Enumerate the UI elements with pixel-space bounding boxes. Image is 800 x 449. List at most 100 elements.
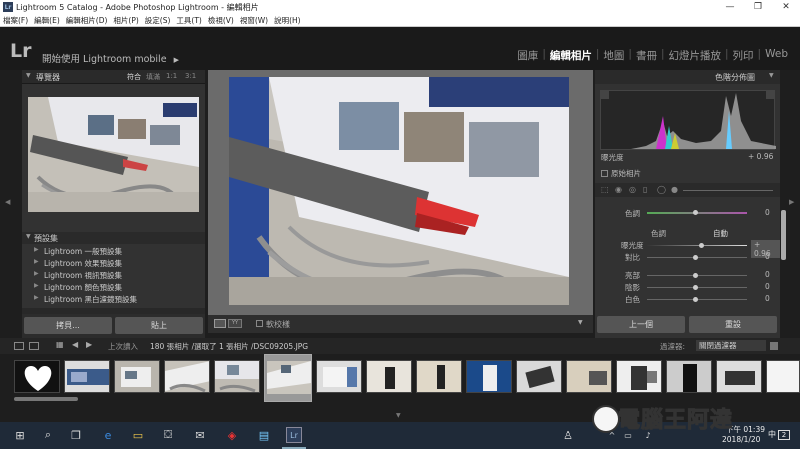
tint-slider[interactable] <box>647 210 747 215</box>
reset-button[interactable]: 重設 <box>689 316 777 333</box>
filmstrip-thumb[interactable] <box>214 360 260 393</box>
softproof-checkbox[interactable] <box>256 320 263 327</box>
red-eye-icon[interactable]: ◎ <box>629 185 636 194</box>
exposure-slider[interactable] <box>647 243 747 248</box>
slider-knob[interactable] <box>693 297 698 302</box>
slider-knob[interactable] <box>693 210 698 215</box>
filmstrip-scrollbar[interactable] <box>14 397 78 401</box>
radial-filter-icon[interactable]: ◯ <box>657 185 666 194</box>
ime-indicator[interactable]: 中 <box>768 429 776 440</box>
loupe-view-icon[interactable] <box>214 319 226 328</box>
preset-item[interactable]: ▶ Lightroom 視訊預設集 <box>22 269 205 280</box>
filmstrip-thumb[interactable] <box>164 360 210 393</box>
contrast-slider[interactable] <box>647 255 747 260</box>
before-after-icon[interactable]: YY <box>228 319 242 328</box>
photo-count[interactable]: 180 張相片 /選取了 1 張相片 /DSC09205.JPG <box>150 341 308 352</box>
zoom-fit[interactable]: 符合 <box>127 72 141 82</box>
module-develop[interactable]: 編輯相片 <box>546 48 596 63</box>
menu-view[interactable]: 檢視(V) <box>208 15 234 26</box>
previous-button[interactable]: 上一個 <box>597 316 685 333</box>
main-photo[interactable] <box>229 77 569 305</box>
filmstrip-thumb[interactable] <box>516 360 562 393</box>
original-photo-checkbox[interactable] <box>601 170 608 177</box>
slider-knob[interactable] <box>693 285 698 290</box>
slider-knob[interactable] <box>693 273 698 278</box>
auto-tone-button[interactable]: 自動 <box>713 228 728 239</box>
navigator-header[interactable]: ▼ 導覽器 符合 填滿 1:1 3:1 <box>22 70 205 84</box>
menu-photo[interactable]: 相片(P) <box>113 15 138 26</box>
people-icon[interactable]: ♙ <box>560 427 576 443</box>
app-red-icon[interactable]: ◈ <box>224 427 240 443</box>
filmstrip-thumb[interactable] <box>114 360 160 393</box>
menu-develop[interactable]: 編輯相片(D) <box>66 15 108 26</box>
menu-tools[interactable]: 工具(T) <box>176 15 201 26</box>
filmstrip-thumb[interactable] <box>416 360 462 393</box>
tool-strip-slider[interactable] <box>683 190 773 191</box>
zoom-1-1[interactable]: 1:1 <box>166 72 177 80</box>
store-icon[interactable]: ⛋ <box>160 427 176 443</box>
left-panel-toggle-icon[interactable]: ◀ <box>5 198 10 206</box>
mail-icon[interactable]: ✉ <box>192 427 208 443</box>
right-panel-scrollbar[interactable] <box>781 210 786 260</box>
slider-knob[interactable] <box>693 255 698 260</box>
file-explorer-icon[interactable]: ▭ <box>130 427 146 443</box>
histogram[interactable] <box>600 90 776 150</box>
window-2-icon[interactable] <box>29 342 39 350</box>
filter-dropdown[interactable]: 關閉過濾器 <box>696 340 766 351</box>
slider-knob[interactable] <box>699 243 704 248</box>
paste-button[interactable]: 貼上 <box>115 317 203 334</box>
grid-icon[interactable]: ▦ <box>56 340 64 349</box>
menu-help[interactable]: 說明(H) <box>274 15 301 26</box>
lightroom-mobile-link[interactable]: 開始使用 Lightroom mobile ▶ <box>42 51 179 65</box>
back-arrow-icon[interactable]: ◀ <box>72 340 78 349</box>
edge-browser-icon[interactable]: e <box>100 427 116 443</box>
menu-edit[interactable]: 編輯(E) <box>34 15 60 26</box>
task-view-icon[interactable]: ❐ <box>68 427 84 443</box>
filmstrip-thumb[interactable] <box>566 360 612 393</box>
bottom-panel-toggle-icon[interactable]: ▼ <box>396 412 401 419</box>
module-web[interactable]: Web <box>761 48 792 63</box>
maximize-button[interactable]: ❐ <box>744 0 772 14</box>
zoom-fill[interactable]: 填滿 <box>146 72 160 82</box>
crop-icon[interactable]: ⬚ <box>601 185 609 194</box>
window-1-icon[interactable] <box>14 342 24 350</box>
filmstrip-thumb[interactable] <box>666 360 712 393</box>
search-icon[interactable]: ⌕ <box>40 427 56 443</box>
shadows-slider[interactable] <box>647 285 747 290</box>
whites-slider[interactable] <box>647 297 747 302</box>
filmstrip-thumb[interactable] <box>466 360 512 393</box>
filmstrip-thumb[interactable] <box>616 360 662 393</box>
module-map[interactable]: 地圖 <box>599 48 628 63</box>
preset-item[interactable]: ▶ Lightroom 一般預設集 <box>22 245 205 256</box>
filmstrip-thumb[interactable] <box>14 360 60 393</box>
module-print[interactable]: 列印 <box>729 48 758 63</box>
spot-removal-icon[interactable]: ◉ <box>615 185 622 194</box>
preset-item[interactable]: ▶ Lightroom 顏色預設集 <box>22 281 205 292</box>
module-slideshow[interactable]: 幻燈片播放 <box>665 48 726 63</box>
histogram-header[interactable]: 色階分佈圖 ▼ <box>595 70 780 84</box>
presets-header[interactable]: ▼ 預設集 <box>22 232 205 244</box>
preset-item[interactable]: ▶ Lightroom 黑白濾鏡預設集 <box>22 293 205 304</box>
module-book[interactable]: 書冊 <box>632 48 661 63</box>
photo-canvas[interactable] <box>208 70 593 315</box>
module-library[interactable]: 圖庫 <box>513 48 542 63</box>
graduated-filter-icon[interactable]: ▯ <box>643 185 647 194</box>
minimize-button[interactable]: — <box>716 0 744 14</box>
close-button[interactable]: ✕ <box>772 0 800 14</box>
filmstrip-thumb[interactable] <box>366 360 412 393</box>
preset-item[interactable]: ▶ Lightroom 效果預設集 <box>22 257 205 268</box>
highlights-slider[interactable] <box>647 273 747 278</box>
filmstrip-thumb-selected[interactable] <box>264 354 312 402</box>
windows-start-icon[interactable]: ⊞ <box>12 427 28 443</box>
filmstrip-thumb[interactable] <box>316 360 362 393</box>
menu-settings[interactable]: 設定(S) <box>145 15 171 26</box>
zoom-3-1[interactable]: 3:1 <box>185 72 196 80</box>
menu-file[interactable]: 檔案(F) <box>3 15 28 26</box>
right-panel-toggle-icon[interactable]: ▶ <box>789 198 794 206</box>
toolbar-menu-icon[interactable]: ▼ <box>578 319 583 326</box>
copy-button[interactable]: 拷貝... <box>24 317 112 334</box>
forward-arrow-icon[interactable]: ▶ <box>86 340 92 349</box>
lightroom-taskbar-icon[interactable]: Lr <box>286 427 302 443</box>
filmstrip-thumb[interactable] <box>716 360 762 393</box>
import-source[interactable]: 上次讀入 <box>108 341 138 352</box>
